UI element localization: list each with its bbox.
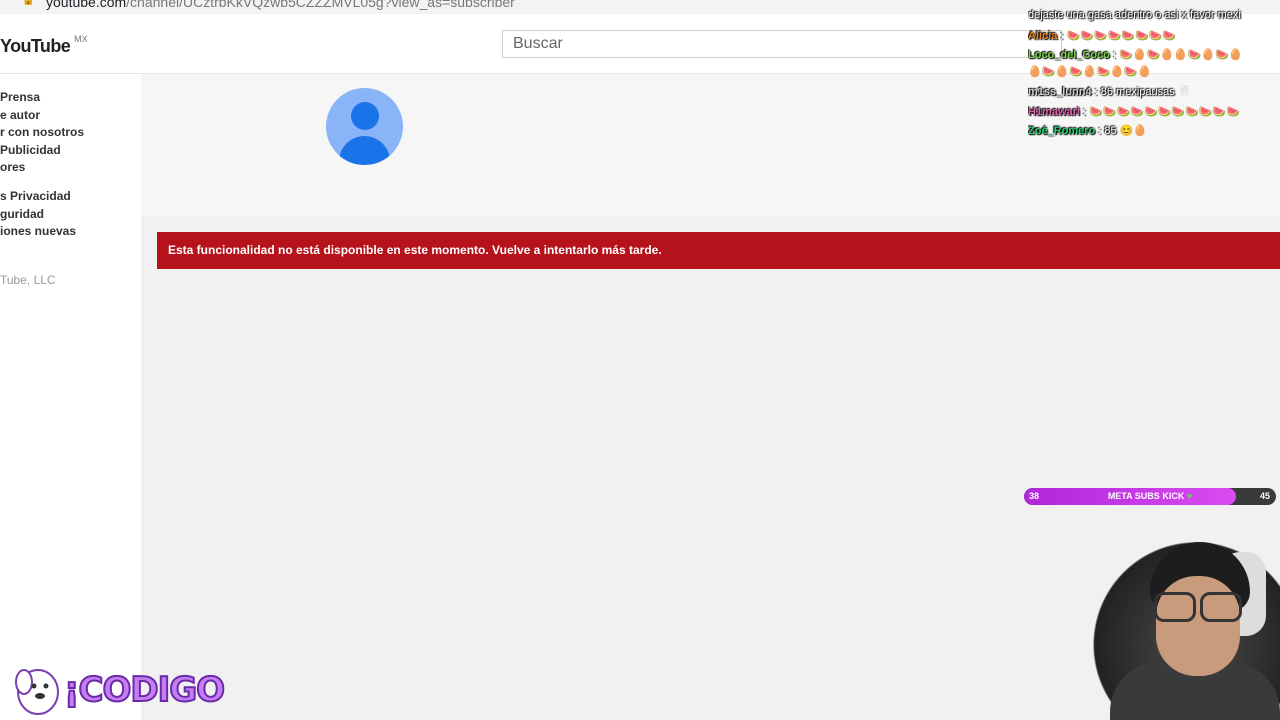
chat-line: 🥚🍉🥚🍉🥚🍉🥚🍉🥚 [1028, 66, 1152, 78]
chat-line: Zoé_Romero : 85 😊🥚 [1028, 125, 1148, 137]
chat-line: Loco_del_Coco : 🍉🥚🍉🥚🥚🍉🥚🍉🥚 [1028, 49, 1243, 61]
streamer-logo: ¡CODIGO [12, 656, 232, 720]
guide-link-privacy[interactable]: s Privacidad [0, 189, 71, 203]
guide-link-contact[interactable]: r con nosotros [0, 125, 84, 139]
stream-chat-overlay: dejaste una gasa adentro o asi x favor m… [1028, 0, 1280, 140]
guide-link-safety[interactable]: guridad [0, 207, 44, 221]
error-banner: Esta funcionalidad no está disponible en… [157, 232, 1280, 269]
chat-line: m1ss_lunn4 : 86 mexipausas 🦷 [1028, 86, 1192, 98]
search-input[interactable] [503, 31, 1061, 57]
guide-sidebar: Prensa e autor r con nosotros Publicidad… [0, 74, 141, 720]
url-text[interactable]: youtube.com/channel/UCztrbKkVQzwb5CZZZMV… [46, 0, 515, 10]
chat-line: dejaste una gasa adentro o asi x favor m… [1028, 9, 1241, 21]
sub-goal-bar: 38 META SUBS KICK ♥ 45 [1024, 488, 1276, 505]
channel-avatar[interactable] [326, 88, 403, 165]
copyright-text: Tube, LLC [0, 273, 56, 287]
guide-link-copyright[interactable]: e autor [0, 108, 40, 122]
country-code: MX [74, 34, 88, 44]
guide-link-advertise[interactable]: Publicidad [0, 143, 61, 157]
avatar-body [339, 136, 390, 165]
glasses-icon [1154, 592, 1244, 622]
error-message: Esta funcionalidad no está disponible en… [168, 243, 662, 257]
youtube-logo[interactable]: YouTube MX [0, 34, 88, 57]
dog-mascot-icon [15, 669, 59, 715]
heart-icon: ♥ [1186, 491, 1193, 501]
avatar-head [351, 102, 379, 130]
guide-link-developers[interactable]: ores [0, 160, 25, 174]
webcam-feed [1070, 532, 1280, 720]
guide-link-new-features[interactable]: iones nuevas [0, 224, 76, 238]
lock-icon: 🔒 [22, 0, 35, 6]
chat-line: H1mawari : 🍉🍉🍉🍉🍉🍉🍉🍉🍉🍉🍉 [1028, 106, 1240, 118]
goal-label: META SUBS KICK ♥ [1107, 491, 1193, 501]
brand-text: ¡CODIGO [63, 669, 226, 711]
search-box[interactable] [502, 30, 1062, 58]
logo-wordmark: YouTube [0, 36, 71, 56]
guide-link-press[interactable]: Prensa [0, 90, 40, 104]
streamer-face [1156, 576, 1240, 676]
goal-target: 45 [1259, 491, 1270, 501]
chat-line: Alicia : 🍉🍉🍉🍉🍉🍉🍉🍉 [1028, 30, 1177, 42]
